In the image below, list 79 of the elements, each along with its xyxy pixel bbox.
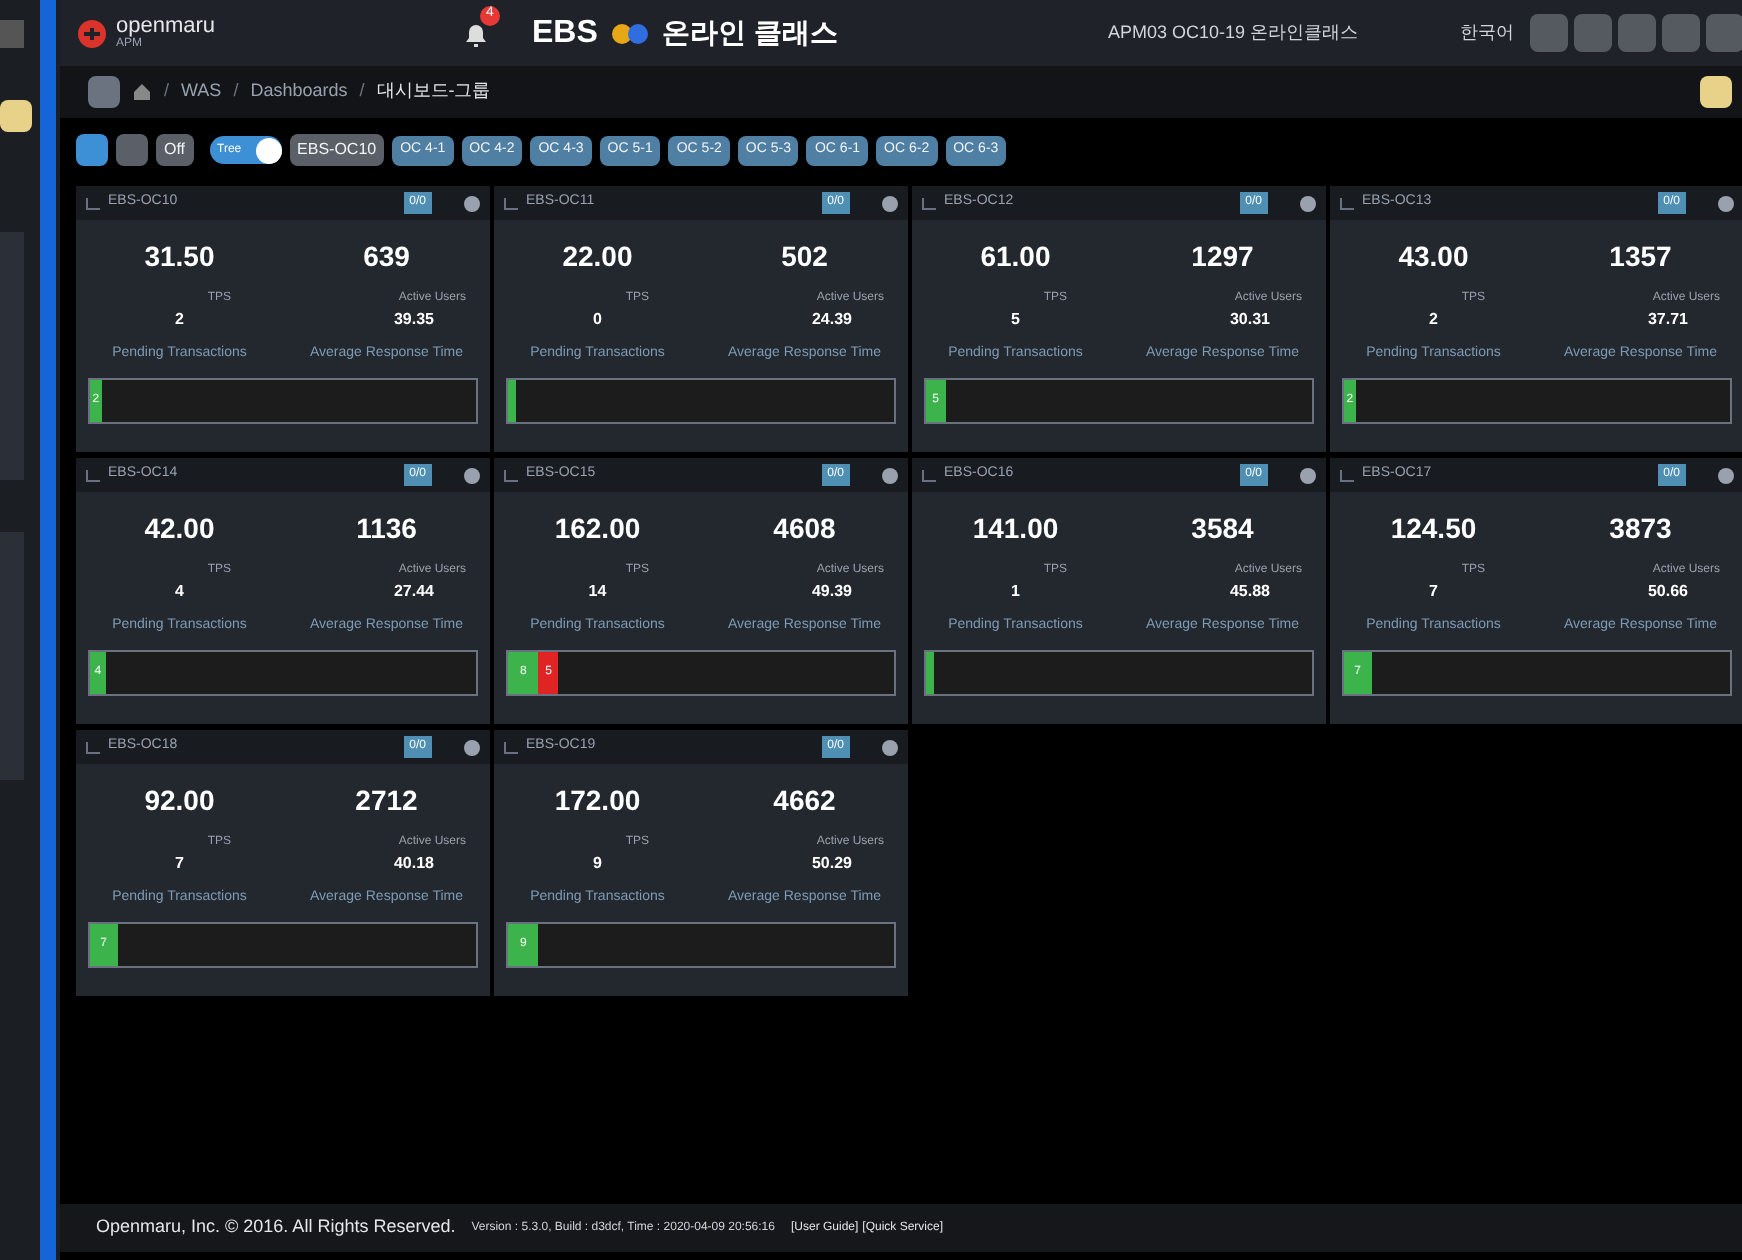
metric-value: 37.71 xyxy=(1645,308,1690,332)
metric-value: 9 xyxy=(591,852,604,876)
metric-value: 7 xyxy=(173,852,186,876)
metric-value: 24.39 xyxy=(809,308,854,332)
info-icon[interactable] xyxy=(464,739,480,755)
logo-text: openmaru xyxy=(116,16,216,38)
metric-value: 4662 xyxy=(771,782,838,820)
metric-value: 3584 xyxy=(1189,510,1256,548)
breadcrumb-separator: / xyxy=(164,78,170,105)
info-icon[interactable] xyxy=(464,467,480,483)
refresh-dropdown[interactable]: Off xyxy=(156,134,194,166)
language-selector[interactable]: 한국어 xyxy=(1460,19,1514,47)
breadcrumb-item[interactable]: WAS xyxy=(181,78,222,106)
metric-value: 31.50 xyxy=(142,238,217,276)
logo-icon xyxy=(76,17,108,49)
metric-value: 7 xyxy=(1427,580,1440,604)
metric-value: 30.31 xyxy=(1227,308,1272,332)
chart-icon xyxy=(86,741,100,753)
metric-value: 2712 xyxy=(353,782,420,820)
home-icon[interactable] xyxy=(132,82,152,102)
metric-value: 1297 xyxy=(1189,238,1256,276)
metric-value: 50.66 xyxy=(1645,580,1690,604)
metric-value: 5 xyxy=(1009,308,1022,332)
brand-text: EBS xyxy=(532,13,598,53)
metric-value: 502 xyxy=(779,238,830,276)
chart-icon xyxy=(1340,197,1354,209)
chart-icon xyxy=(86,197,100,209)
metric-value: 42.00 xyxy=(142,510,217,548)
metric-value: 43.00 xyxy=(1396,238,1471,276)
metric-value: 4608 xyxy=(771,510,838,548)
breadcrumb-separator: / xyxy=(233,78,239,105)
info-icon[interactable] xyxy=(882,195,898,211)
info-icon[interactable] xyxy=(1300,195,1316,211)
metric-value: 162.00 xyxy=(552,510,643,548)
metric-value: 50.29 xyxy=(809,852,854,876)
metric-value: 1 xyxy=(1009,580,1022,604)
brand-dot-icon xyxy=(609,21,650,45)
server-dropdown[interactable]: EBS-OC10 xyxy=(289,134,385,166)
toggle-knob xyxy=(255,137,282,163)
breadcrumb-item[interactable]: Dashboards xyxy=(250,78,348,106)
chart-icon xyxy=(86,469,100,481)
instance-name: APM03 OC10-19 온라인클래스 xyxy=(1108,19,1361,46)
info-icon[interactable] xyxy=(882,739,898,755)
chart-icon xyxy=(504,741,518,753)
chart-icon xyxy=(504,469,518,481)
chart-icon xyxy=(1340,469,1354,481)
metric-value: 141.00 xyxy=(970,510,1061,548)
refresh-button[interactable] xyxy=(88,76,120,108)
metric-value: 2 xyxy=(1427,308,1440,332)
metric-value: 49.39 xyxy=(809,580,854,604)
copyright-text: Openmaru, Inc. © 2016. All Rights Reserved. xyxy=(96,1214,456,1241)
brand-title: 온라인 클래스 xyxy=(661,14,838,52)
metric-value: 27.44 xyxy=(391,580,436,604)
metric-value: 172.00 xyxy=(552,782,643,820)
info-icon[interactable] xyxy=(882,467,898,483)
metric-value: 40.18 xyxy=(391,852,436,876)
info-icon[interactable] xyxy=(1718,195,1734,211)
metric-value: 0 xyxy=(591,308,604,332)
metric-value: 45.88 xyxy=(1227,580,1272,604)
info-icon[interactable] xyxy=(464,195,480,211)
breadcrumb-item: 대시보드-그룹 xyxy=(376,78,491,105)
chart-icon xyxy=(922,469,936,481)
metric-value: 124.50 xyxy=(1388,510,1479,548)
metric-value: 22.00 xyxy=(560,238,635,276)
metric-value: 61.00 xyxy=(978,238,1053,276)
metric-value: 1136 xyxy=(354,510,419,548)
metric-value: 4 xyxy=(173,580,186,604)
breadcrumb-separator: / xyxy=(359,78,365,105)
chart-icon xyxy=(504,197,518,209)
metric-value: 3873 xyxy=(1607,510,1674,548)
metric-value: 639 xyxy=(361,238,412,276)
metric-value: 2 xyxy=(173,308,186,332)
metric-value: 14 xyxy=(586,580,609,604)
metric-value: 1357 xyxy=(1607,238,1674,276)
metric-value: 92.00 xyxy=(142,782,217,820)
info-icon[interactable] xyxy=(1300,467,1316,483)
info-icon[interactable] xyxy=(1718,467,1734,483)
metric-value: 39.35 xyxy=(391,308,436,332)
chart-icon xyxy=(922,197,936,209)
